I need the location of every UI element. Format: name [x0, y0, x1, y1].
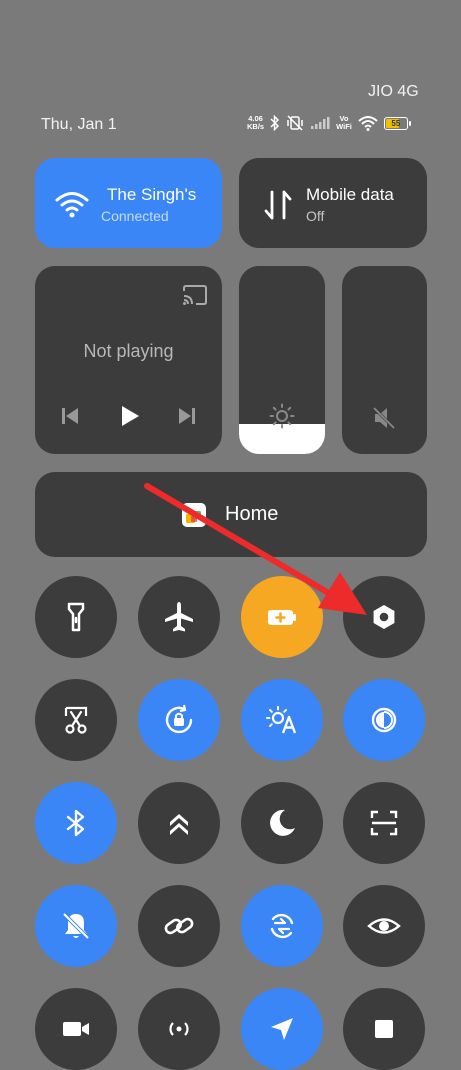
hotspot-icon [169, 1022, 189, 1036]
mobile-data-arrows-icon [264, 190, 292, 220]
play-icon[interactable] [119, 404, 141, 428]
network-speed: 4.06 KB/s [247, 115, 264, 131]
status-date: Thu, Jan 1 [41, 116, 117, 133]
double-chevron-up-icon [170, 814, 188, 835]
flashlight-icon [67, 602, 85, 632]
do-not-disturb-toggle[interactable] [241, 782, 323, 864]
scanner-toggle[interactable] [343, 782, 425, 864]
bluetooth-status-icon [270, 115, 280, 131]
mobile-data-status: Off [306, 208, 325, 224]
media-status: Not playing [83, 341, 174, 361]
wifi-network-name: The Singh's [107, 185, 197, 204]
scissors-icon [64, 706, 88, 734]
airplane-icon [165, 602, 193, 632]
battery-saver-toggle[interactable] [241, 576, 323, 658]
sync-icon [270, 913, 294, 939]
bluetooth-icon [66, 809, 85, 837]
settings-hexagon-icon [373, 605, 395, 629]
previous-icon[interactable] [61, 406, 79, 426]
volume-slider[interactable] [342, 266, 427, 454]
link-icon [164, 917, 194, 935]
screen-recorder-toggle[interactable] [35, 988, 117, 1070]
battery-saver-icon [268, 610, 296, 625]
link-sharing-toggle[interactable] [138, 885, 220, 967]
smart-home-icon [182, 503, 206, 527]
eye-icon [367, 918, 401, 934]
flashlight-toggle[interactable] [35, 576, 117, 658]
hotspot-toggle[interactable] [138, 988, 220, 1070]
wifi-status-icon [358, 116, 378, 131]
auto-brightness-toggle[interactable] [241, 679, 323, 761]
airplane-mode-toggle[interactable] [138, 576, 220, 658]
next-icon[interactable] [178, 406, 196, 426]
signal-icon [311, 117, 330, 129]
video-camera-icon [63, 1022, 89, 1036]
scan-frame-icon [370, 810, 398, 836]
cast-icon[interactable] [182, 284, 208, 306]
home-label: Home [225, 503, 279, 525]
wifi-status: Connected [101, 208, 169, 224]
contrast-icon [371, 707, 397, 733]
wifi-icon [55, 192, 89, 218]
auto-brightness-icon [266, 706, 297, 734]
smart-home-tile[interactable]: Home [35, 472, 427, 557]
mute-toggle[interactable] [35, 885, 117, 967]
bluetooth-toggle[interactable] [35, 782, 117, 864]
media-player-tile[interactable]: Not playing [35, 266, 222, 454]
rotation-lock-icon [165, 704, 193, 734]
sun-icon [269, 403, 295, 429]
auto-rotate-toggle[interactable] [138, 679, 220, 761]
data-saver-toggle[interactable] [138, 782, 220, 864]
status-icons: 4.06 KB/s Vo WiFi 55 [247, 112, 411, 134]
carrier-name: JIO 4G [368, 83, 419, 100]
dark-mode-toggle[interactable] [343, 679, 425, 761]
screenshot-toggle[interactable] [35, 679, 117, 761]
brightness-slider[interactable] [239, 266, 325, 454]
network-speed-unit: KB/s [247, 122, 265, 131]
battery-icon: 55 [383, 116, 411, 130]
volume-mute-icon [372, 406, 396, 430]
wifi-tile[interactable]: The Singh's Connected [35, 158, 222, 248]
bell-off-icon [62, 912, 90, 940]
moon-icon [270, 809, 295, 836]
location-arrow-icon [271, 1018, 293, 1040]
battery-level: 55 [391, 118, 401, 128]
mobile-data-tile[interactable]: Mobile data Off [239, 158, 427, 248]
more-toggle[interactable] [343, 988, 425, 1070]
location-toggle[interactable] [241, 988, 323, 1070]
reading-mode-toggle[interactable] [343, 885, 425, 967]
vowifi-label-bottom: WiFi [336, 122, 352, 131]
vowifi-label: Vo WiFi [336, 115, 352, 131]
vibrate-off-icon [287, 115, 303, 131]
square-icon [375, 1020, 393, 1038]
mobile-data-title: Mobile data [306, 185, 394, 204]
sync-toggle[interactable] [241, 885, 323, 967]
settings-toggle[interactable] [343, 576, 425, 658]
